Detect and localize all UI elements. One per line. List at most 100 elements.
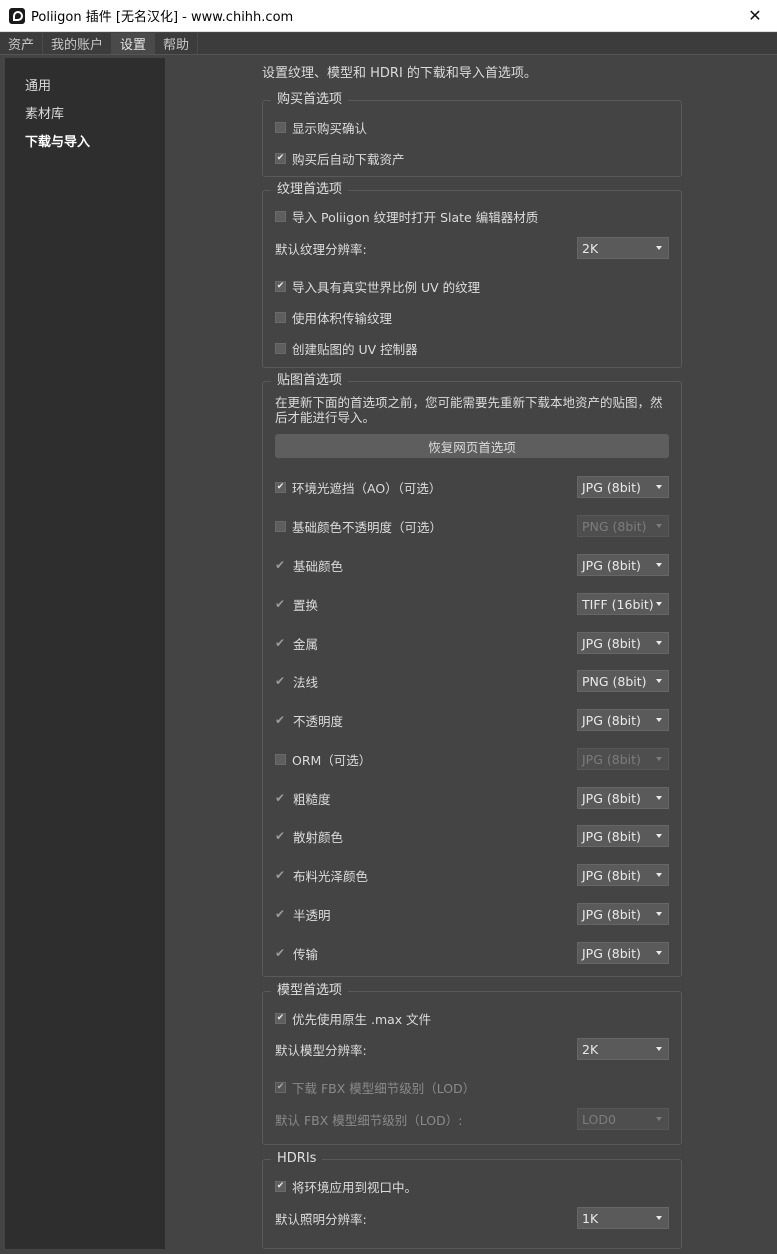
- map-preferences-group: 贴图首选项 在更新下面的首选项之前，您可能需要先重新下载本地资产的贴图，然后才能…: [262, 373, 682, 977]
- window-title: Poliigon 插件 [无名汉化] - www.chihh.com: [31, 10, 294, 25]
- map-metal-format-select[interactable]: JPG (8bit): [577, 632, 669, 654]
- map-opacity-format-select[interactable]: JPG (8bit): [577, 709, 669, 731]
- map-roughness-format-select[interactable]: JPG (8bit): [577, 787, 669, 809]
- checkbox-checked-icon: [275, 1180, 286, 1192]
- map-normal-item: ✔ 法线: [275, 674, 319, 690]
- group-title: 贴图首选项: [271, 373, 349, 389]
- tab-my-account[interactable]: 我的账户: [43, 33, 113, 54]
- chevron-down-icon: [656, 1216, 662, 1220]
- map-base-color-opacity-checkbox[interactable]: 基础颜色不透明度（可选）: [275, 515, 442, 537]
- chevron-down-icon: [656, 951, 662, 955]
- map-orm-checkbox[interactable]: ORM（可选）: [275, 748, 371, 770]
- map-sheen-color-format-select[interactable]: JPG (8bit): [577, 864, 669, 886]
- group-title: 购买首选项: [271, 92, 349, 108]
- check-icon: ✔: [275, 636, 286, 650]
- default-lighting-resolution-select[interactable]: 1K: [577, 1207, 669, 1229]
- chevron-down-icon: [656, 563, 662, 567]
- tab-settings[interactable]: 设置: [112, 33, 156, 54]
- checkbox-unchecked-icon: [275, 311, 286, 323]
- map-ao-checkbox[interactable]: 环境光遮挡（AO）（可选）: [275, 476, 441, 498]
- group-title: 纹理首选项: [271, 182, 349, 198]
- map-transmission-item: ✔ 传输: [275, 946, 319, 962]
- auto-download-checkbox[interactable]: 购买后自动下载资产: [275, 147, 405, 169]
- checkbox-unchecked-icon: [275, 210, 286, 222]
- check-icon: ✔: [275, 558, 286, 572]
- map-base-color-format-select[interactable]: JPG (8bit): [577, 554, 669, 576]
- purchase-preferences-group: 购买首选项 显示购买确认 购买后自动下载资产: [262, 92, 682, 177]
- chevron-down-icon: [656, 679, 662, 683]
- check-icon: ✔: [275, 907, 286, 921]
- chevron-down-icon: [656, 641, 662, 645]
- map-orm-format-select[interactable]: JPG (8bit): [577, 748, 669, 770]
- map-sheen-color-item: ✔ 布料光泽颜色: [275, 868, 369, 884]
- chevron-down-icon: [656, 757, 662, 761]
- map-normal-format-select[interactable]: PNG (8bit): [577, 670, 669, 692]
- map-roughness-item: ✔ 粗糙度: [275, 791, 331, 807]
- map-ao-format-select[interactable]: JPG (8bit): [577, 476, 669, 498]
- poliigon-logo-icon: [9, 7, 25, 24]
- sidebar-item-download-import[interactable]: 下载与导入: [5, 134, 165, 162]
- default-model-resolution-select[interactable]: 2K: [577, 1038, 669, 1060]
- map-translucency-item: ✔ 半透明: [275, 907, 331, 923]
- hdri-preferences-group: HDRIs 将环境应用到视口中。 默认照明分辨率: 1K: [262, 1151, 682, 1249]
- default-texture-resolution-label: 默认纹理分辨率:: [275, 241, 367, 257]
- chevron-down-icon: [656, 1117, 662, 1121]
- chevron-down-icon: [656, 602, 662, 606]
- show-purchase-confirm-checkbox[interactable]: 显示购买确认: [275, 116, 367, 138]
- default-lighting-resolution-label: 默认照明分辨率:: [275, 1211, 367, 1227]
- checkbox-checked-icon: [275, 280, 286, 292]
- map-base-color-opacity-format-select[interactable]: PNG (8bit): [577, 515, 669, 537]
- check-icon: ✔: [275, 868, 286, 882]
- download-fbx-lod-checkbox[interactable]: 下载 FBX 模型细节级别（LOD）: [275, 1076, 475, 1098]
- map-preferences-note: 在更新下面的首选项之前，您可能需要先重新下载本地资产的贴图，然后才能进行导入。: [275, 395, 663, 425]
- settings-content: 设置纹理、模型和 HDRI 的下载和导入首选项。 购买首选项 显示购买确认 购买…: [166, 55, 777, 1254]
- checkbox-unchecked-icon: [275, 520, 286, 532]
- chevron-down-icon: [656, 718, 662, 722]
- default-fbx-lod-label: 默认 FBX 模型细节级别（LOD）:: [275, 1112, 463, 1128]
- chevron-down-icon: [656, 873, 662, 877]
- uv-controller-checkbox[interactable]: 创建贴图的 UV 控制器: [275, 337, 418, 359]
- texture-preferences-group: 纹理首选项 导入 Poliigon 纹理时打开 Slate 编辑器材质 默认纹理…: [262, 182, 682, 368]
- open-slate-checkbox[interactable]: 导入 Poliigon 纹理时打开 Slate 编辑器材质: [275, 205, 538, 227]
- group-title: 模型首选项: [271, 983, 349, 999]
- checkbox-checked-icon: [275, 1081, 286, 1093]
- chevron-down-icon: [656, 912, 662, 916]
- apply-to-viewport-checkbox[interactable]: 将环境应用到视口中。: [275, 1175, 417, 1197]
- restore-web-preferences-button[interactable]: 恢复网页首选项: [275, 434, 669, 458]
- chevron-down-icon: [656, 1047, 662, 1051]
- check-icon: ✔: [275, 829, 286, 843]
- check-icon: ✔: [275, 946, 286, 960]
- sidebar-item-general[interactable]: 通用: [5, 78, 165, 106]
- check-icon: ✔: [275, 713, 286, 727]
- title-bar: Poliigon 插件 [无名汉化] - www.chihh.com ✕: [0, 0, 777, 32]
- default-model-resolution-label: 默认模型分辨率:: [275, 1042, 367, 1058]
- check-icon: ✔: [275, 597, 286, 611]
- checkbox-unchecked-icon: [275, 753, 286, 765]
- chevron-down-icon: [656, 834, 662, 838]
- close-button[interactable]: ✕: [733, 0, 777, 32]
- volume-transmission-checkbox[interactable]: 使用体积传输纹理: [275, 306, 392, 328]
- tab-assets[interactable]: 资产: [0, 33, 44, 54]
- sidebar-item-library[interactable]: 素材库: [5, 106, 165, 134]
- tab-help[interactable]: 帮助: [155, 33, 199, 54]
- checkbox-checked-icon: [275, 481, 286, 493]
- default-texture-resolution-select[interactable]: 2K: [577, 237, 669, 259]
- map-translucency-format-select[interactable]: JPG (8bit): [577, 903, 669, 925]
- checkbox-checked-icon: [275, 152, 286, 164]
- map-base-color-item: ✔ 基础颜色: [275, 558, 344, 574]
- map-scatter-color-format-select[interactable]: JPG (8bit): [577, 825, 669, 847]
- page-description: 设置纹理、模型和 HDRI 的下载和导入首选项。: [262, 66, 537, 81]
- map-transmission-format-select[interactable]: JPG (8bit): [577, 942, 669, 964]
- chevron-down-icon: [656, 524, 662, 528]
- chevron-down-icon: [656, 246, 662, 250]
- checkbox-checked-icon: [275, 1012, 286, 1024]
- settings-sidebar: 通用 素材库 下载与导入: [5, 58, 165, 1249]
- chevron-down-icon: [656, 796, 662, 800]
- real-world-uv-checkbox[interactable]: 导入具有真实世界比例 UV 的纹理: [275, 275, 480, 297]
- prefer-native-max-checkbox[interactable]: 优先使用原生 .max 文件: [275, 1007, 431, 1029]
- map-displacement-format-select[interactable]: TIFF (16bit): [577, 593, 669, 615]
- chevron-down-icon: [656, 485, 662, 489]
- model-preferences-group: 模型首选项 优先使用原生 .max 文件 默认模型分辨率: 2K 下载 FBX …: [262, 983, 682, 1145]
- default-fbx-lod-select[interactable]: LOD0: [577, 1108, 669, 1130]
- check-icon: ✔: [275, 791, 286, 805]
